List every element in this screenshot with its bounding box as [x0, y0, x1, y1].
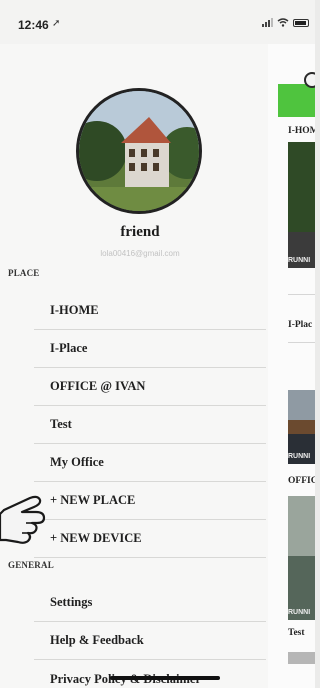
- profile-email: lola00416@gmail.com: [100, 249, 180, 258]
- power-icon[interactable]: [304, 72, 315, 88]
- avatar-house-photo: [79, 91, 199, 211]
- add-bar[interactable]: [278, 84, 315, 117]
- menu-item-test[interactable]: Test: [34, 406, 266, 444]
- card-status: RUNNI: [288, 453, 311, 460]
- card-image[interactable]: RUNNI: [288, 390, 315, 464]
- card-image[interactable]: RUNNI: [288, 142, 315, 268]
- section-label-general: GENERAL: [8, 560, 54, 570]
- menu-item-new-place[interactable]: + NEW PLACE: [34, 482, 266, 520]
- navigation-drawer: friend lola00416@gmail.com PLACE I-HOME …: [0, 44, 268, 688]
- divider: [288, 342, 315, 343]
- card-status: RUNNI: [288, 257, 311, 264]
- menu-item-new-device[interactable]: + NEW DEVICE: [34, 520, 266, 558]
- menu-item-settings[interactable]: Settings: [34, 584, 266, 622]
- card-status: RUNNI: [288, 609, 311, 616]
- card-label: I-Plac: [288, 320, 313, 330]
- wifi-icon: [277, 18, 289, 27]
- status-bar: 12:46 ➚: [0, 0, 315, 44]
- menu-item-my-office[interactable]: My Office: [34, 444, 266, 482]
- main-content-peek: I-HOM RUNNI I-Plac RUNNI OFFIC RUNNI Tes…: [268, 44, 315, 688]
- menu-item-i-home[interactable]: I-HOME: [34, 292, 266, 330]
- menu-item-office-ivan[interactable]: OFFICE @ IVAN: [34, 368, 266, 406]
- status-icons: [262, 18, 309, 27]
- section-label-place: PLACE: [8, 268, 40, 278]
- status-time: 12:46: [18, 18, 49, 32]
- menu-item-i-place[interactable]: I-Place: [34, 330, 266, 368]
- card-image: [288, 652, 315, 664]
- divider: [288, 294, 315, 295]
- menu-item-help-feedback[interactable]: Help & Feedback: [34, 622, 266, 660]
- avatar[interactable]: [76, 88, 202, 214]
- location-arrow-icon: ➚: [52, 18, 61, 29]
- battery-icon: [293, 18, 309, 27]
- menu-item-privacy-policy[interactable]: Privacy Policy & Disclaimer: [34, 660, 266, 688]
- pointing-hand-icon: [0, 495, 46, 544]
- signal-icon: [262, 18, 273, 27]
- profile-name: friend: [120, 224, 160, 240]
- home-indicator[interactable]: [110, 676, 220, 680]
- card-image[interactable]: RUNNI: [288, 496, 315, 620]
- card-label: I-HOM: [288, 126, 315, 136]
- card-label: OFFIC: [288, 476, 315, 486]
- card-label: Test: [288, 628, 305, 638]
